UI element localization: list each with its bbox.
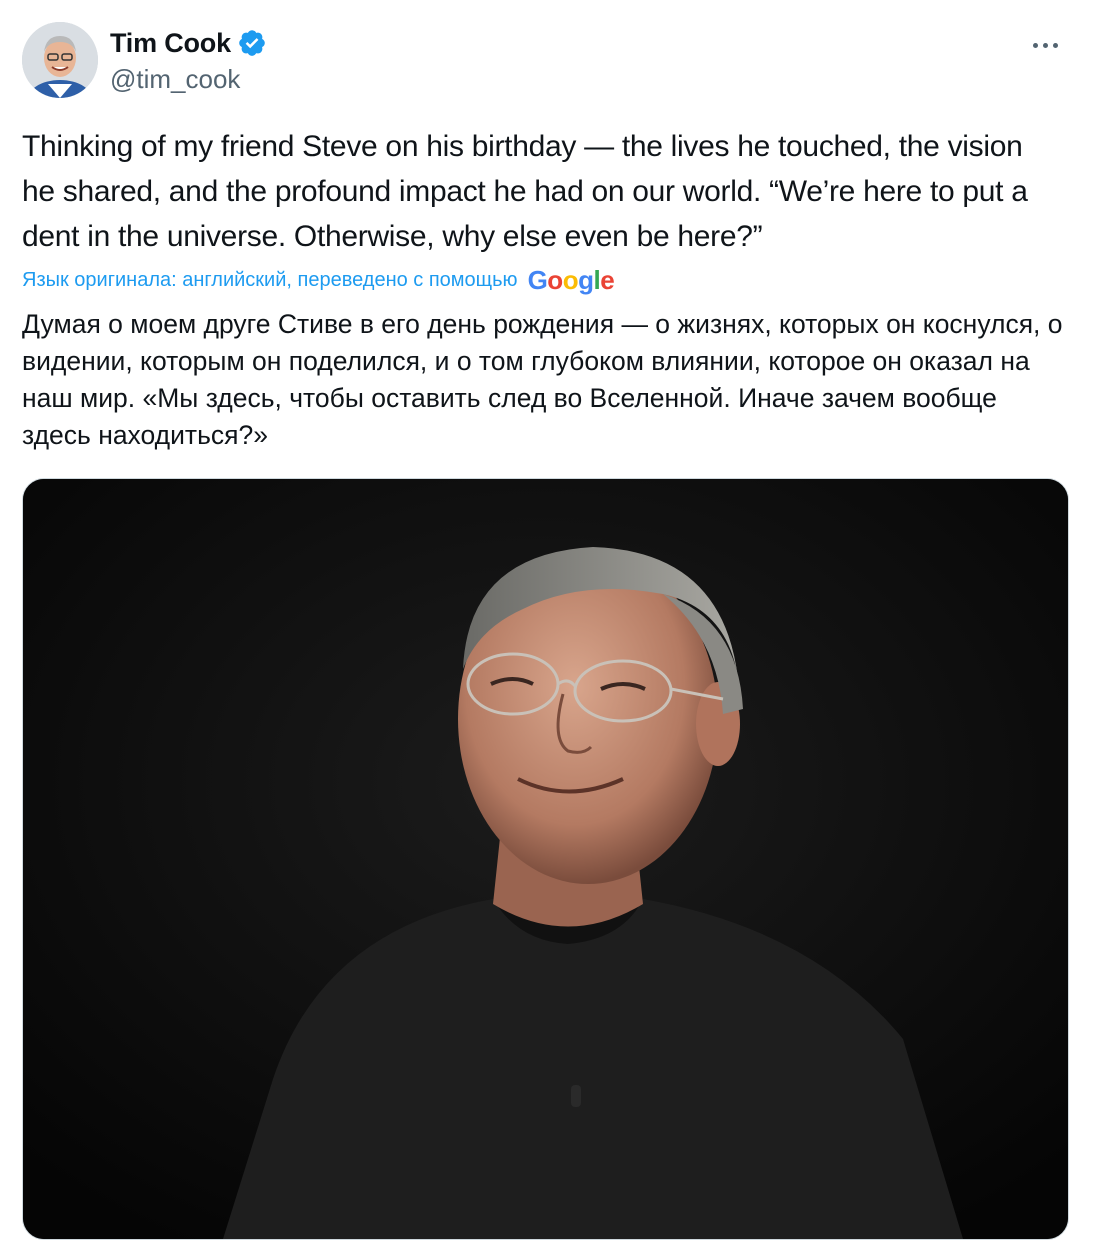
- translation-notice: Язык оригинала: английский, переведено с…: [22, 264, 615, 296]
- author-name[interactable]: Tim Cook: [110, 28, 231, 59]
- photo-of-steve-jobs: [23, 479, 1068, 1239]
- translated-text: Думая о моем друге Стиве в его день рожд…: [22, 309, 1063, 450]
- google-logo: Google: [527, 264, 615, 295]
- author-name-row: Tim Cook: [110, 26, 267, 60]
- tweet-photo[interactable]: [22, 478, 1069, 1240]
- tweet: Tim Cook @tim_cook Thinking of my friend…: [0, 0, 1093, 1240]
- verified-badge-icon[interactable]: [237, 28, 267, 58]
- translation-notice-link[interactable]: Язык оригинала: английский, переведено с…: [22, 269, 518, 292]
- tweet-text: Thinking of my friend Steve on his birth…: [22, 130, 1028, 253]
- more-options-button[interactable]: [1025, 28, 1065, 62]
- more-horizontal-icon: [1032, 42, 1038, 48]
- author-avatar[interactable]: [22, 22, 98, 98]
- author-handle[interactable]: @tim_cook: [110, 64, 240, 95]
